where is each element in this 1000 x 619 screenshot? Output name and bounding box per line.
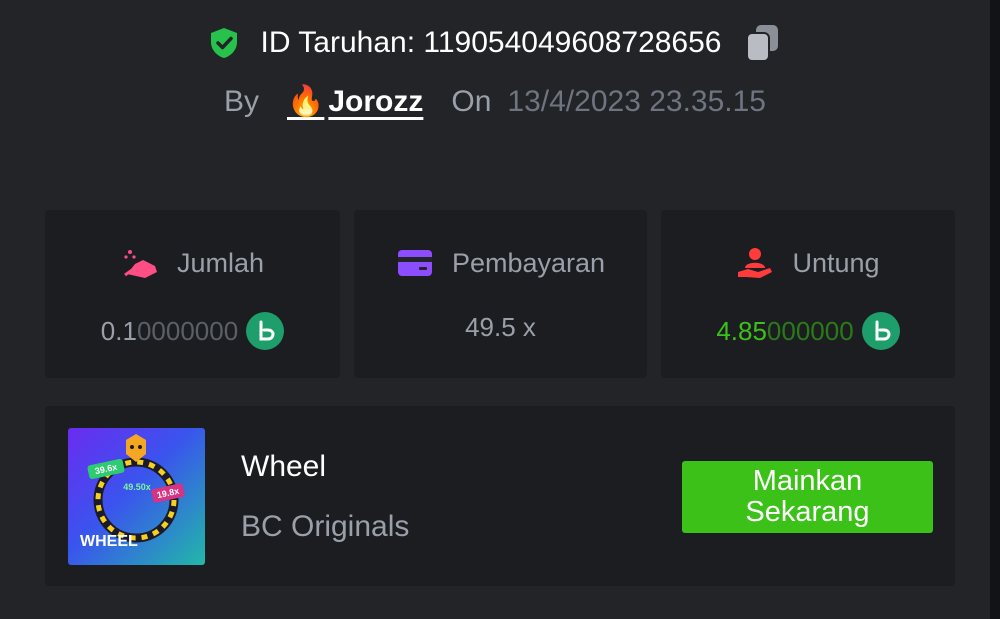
payout-card: Pembayaran 49.5 x [354, 210, 647, 378]
bet-id-row: ID Taruhan: 119054049608728656 [0, 22, 990, 64]
thumb-label-2: 49.50x [123, 482, 151, 492]
hand-user-icon [736, 246, 774, 280]
bc-coin-icon [861, 312, 900, 350]
wallet-card-icon [396, 246, 434, 280]
hand-coins-icon [121, 246, 159, 280]
amount-value-main: 0.1 [100, 315, 137, 346]
game-thumbnail[interactable]: 39.6x 49.50x 19.8x WHEEL [68, 428, 205, 565]
play-now-button[interactable]: Mainkan Sekarang [682, 461, 933, 533]
copy-icon[interactable] [744, 22, 784, 64]
profit-value-main: 4.85 [716, 315, 767, 346]
amount-card: Jumlah 0.1 0000000 [45, 210, 340, 378]
bc-coin-icon [246, 312, 285, 350]
game-card: 39.6x 49.50x 19.8x WHEEL Wheel BC Origin… [45, 406, 955, 586]
bet-id-label: ID Taruhan: [260, 26, 416, 59]
username-link[interactable]: 🔥 Jorozz [287, 84, 423, 119]
username: Jorozz [328, 84, 424, 118]
bet-date: 13/4/2023 23.35.15 [507, 84, 766, 118]
amount-label: Jumlah [176, 247, 265, 278]
bet-meta-row: By 🔥 Jorozz On 13/4/2023 23.35.15 [0, 84, 990, 119]
profit-value-trailing: 000000 [766, 315, 854, 346]
bet-id-value: 119054049608728656 [423, 26, 722, 59]
profit-label: Untung [792, 247, 880, 278]
fire-icon: 🔥 [287, 85, 325, 118]
profit-card: Untung 4.85 000000 [661, 210, 955, 378]
payout-value: 49.5 x [465, 312, 536, 342]
game-title[interactable]: Wheel [241, 450, 326, 484]
shield-check-icon [207, 26, 241, 60]
thumb-wheel-text: WHEEL [80, 533, 138, 550]
scrollbar-edge [990, 0, 1000, 619]
game-provider: BC Originals [241, 510, 410, 543]
on-label: On [451, 84, 492, 118]
payout-label: Pembayaran [451, 247, 606, 278]
by-label: By [224, 84, 260, 118]
amount-value-trailing: 0000000 [136, 315, 239, 346]
